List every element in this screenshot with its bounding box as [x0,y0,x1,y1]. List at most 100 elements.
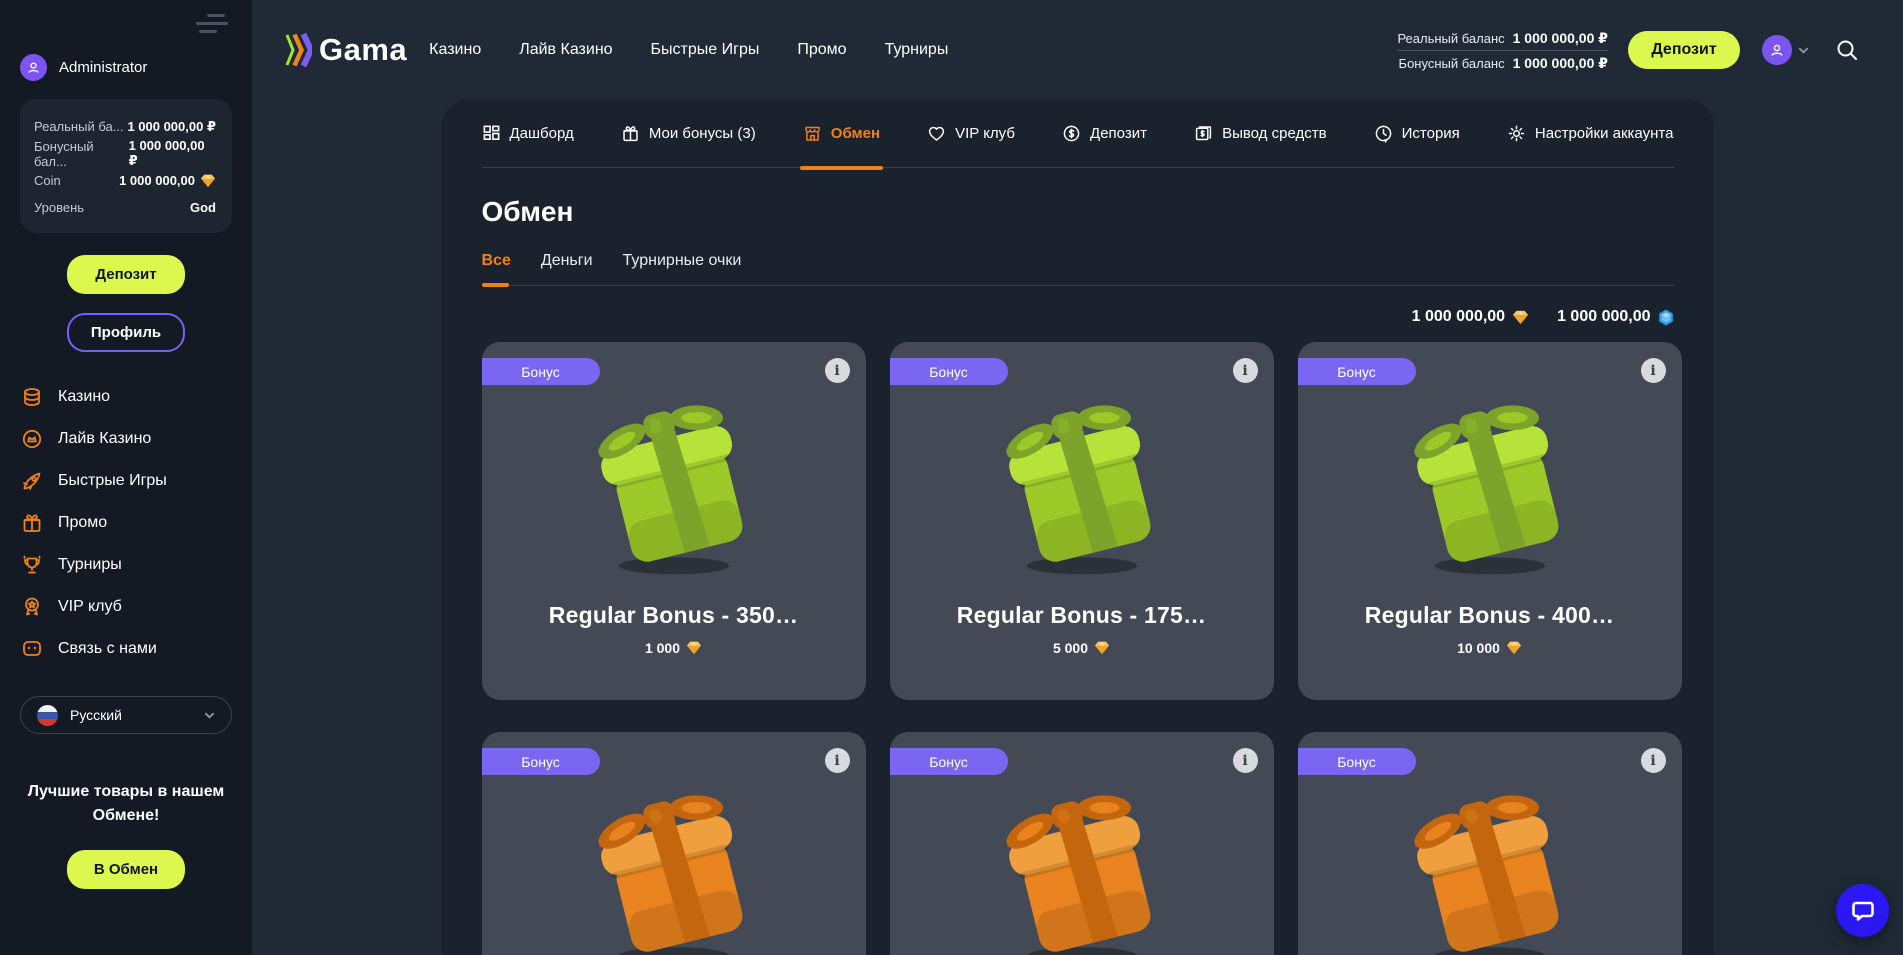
language-selector[interactable]: Русский [20,696,232,734]
gift-box-image [579,780,769,955]
exchange-filters: Все Деньги Турнирные очки [482,252,1674,286]
gama-logo[interactable]: Gama [285,32,407,68]
gift-box-image [579,390,769,580]
chat-icon [21,638,43,660]
sidebar-item-promo[interactable]: Промо [0,502,252,544]
sidebar-item-contact[interactable]: Связь с нами [0,628,252,670]
top-nav-fast-games[interactable]: Быстрые Игры [651,41,760,59]
info-icon[interactable]: i [1233,748,1258,773]
balance-row-coin: Coin 1 000 000,00 [34,167,216,194]
logo-text: Gama [319,32,407,68]
tab-dashboard[interactable]: Дашборд [482,100,574,168]
chevron-down-icon [1798,45,1809,56]
sidebar-item-casino[interactable]: Казино [0,376,252,418]
bonus-cards-grid: Бонус i Regular Bonus - 350… 1 000 [482,342,1674,955]
to-exchange-button[interactable]: В Обмен [67,850,185,889]
search-icon[interactable] [1835,38,1859,62]
top-nav-tournaments[interactable]: Турниры [885,41,949,59]
bonus-card[interactable]: Бонус i Regular Bonus - 350… 1 000 [482,342,866,700]
header-bonus-balance: Бонусный баланс 1 000 000,00 ₽ [1397,50,1608,75]
sidebar-item-vip-club[interactable]: VIP клуб [0,586,252,628]
tab-my-bonuses[interactable]: Мои бонусы (3) [621,100,756,168]
language-label: Русский [70,707,192,723]
header-balances: Реальный баланс 1 000 000,00 ₽ Бонусный … [1397,26,1608,75]
chat-bubble-icon [1850,898,1876,924]
bonus-price: 1 000 [645,640,702,656]
exchange-balances: 1 000 000,00 1 000 000,00 [482,308,1674,326]
bonus-card[interactable]: Бонус i Regular Bonus - 400… 10 000 [1298,342,1682,700]
top-nav-promo[interactable]: Промо [797,41,846,59]
bonus-card[interactable]: Бонус i [1298,732,1682,955]
main-area: Gama Казино Лайв Казино Быстрые Игры Про… [252,0,1903,955]
filter-tournament-points[interactable]: Турнирные очки [623,252,742,270]
account-panel: Дашборд Мои бонусы (3) Обмен [442,100,1714,955]
page-title: Обмен [482,196,1674,228]
top-right: Реальный баланс 1 000 000,00 ₽ Бонусный … [1397,26,1859,75]
orange-gem-icon [1094,641,1110,655]
bonus-title: Regular Bonus - 175… [957,602,1206,629]
orange-gem-icon [686,641,702,655]
bonus-card[interactable]: Бонус i Regular Bonus - 175… 5 000 [890,342,1274,700]
gear-icon [1507,124,1526,143]
bonus-badge: Бонус [1298,358,1416,385]
bonus-title: Regular Bonus - 400… [1365,602,1614,629]
tab-account-settings[interactable]: Настройки аккаунта [1507,100,1674,168]
filter-all[interactable]: Все [482,252,511,270]
orange-gem-icon [200,174,216,188]
coin-icon [1062,124,1081,143]
header-real-balance: Реальный баланс 1 000 000,00 ₽ [1397,26,1608,50]
russian-flag-icon [37,705,58,726]
tab-exchange[interactable]: Обмен [803,100,880,168]
info-icon[interactable]: i [825,748,850,773]
sidebar-item-live-casino[interactable]: Лайв Казино [0,418,252,460]
sidebar-balance-card: Реальный ба... 1 000 000,00 ₽ Бонусный б… [20,99,232,233]
gift-icon [21,512,43,534]
chevron-down-icon [204,710,215,721]
sidebar-item-fast-games[interactable]: Быстрые Игры [0,460,252,502]
filter-money[interactable]: Деньги [541,252,593,270]
bonus-card[interactable]: Бонус i [482,732,866,955]
bonus-badge: Бонус [1298,748,1416,775]
sidebar-nav: Казино Лайв Казино Быстрые Игры [0,376,252,670]
account-tabs: Дашборд Мои бонусы (3) Обмен [482,100,1674,168]
trophy-icon [21,554,43,576]
sidebar: Administrator Реальный ба... 1 000 000,0… [0,0,252,955]
rocket-icon [21,470,43,492]
bonus-card[interactable]: Бонус i [890,732,1274,955]
balance-row-level: Уровень God [34,194,216,221]
tab-withdraw[interactable]: Вывод средств [1194,100,1326,168]
hamburger-menu-icon[interactable] [196,14,230,38]
sidebar-item-tournaments[interactable]: Турниры [0,544,252,586]
sidebar-deposit-button[interactable]: Депозит [67,255,185,294]
info-icon[interactable]: i [825,358,850,383]
top-nav-casino[interactable]: Казино [429,41,481,59]
info-icon[interactable]: i [1233,358,1258,383]
top-nav: Казино Лайв Казино Быстрые Игры Промо Ту… [429,41,948,59]
header-deposit-button[interactable]: Депозит [1628,31,1740,69]
tab-deposit[interactable]: Депозит [1062,100,1147,168]
tab-history[interactable]: История [1374,100,1460,168]
info-icon[interactable]: i [1641,358,1666,383]
user-name: Administrator [59,59,147,76]
coin-balance: 1 000 000,00 [1412,308,1529,326]
orange-gem-icon [1512,310,1529,325]
tab-vip-club[interactable]: VIP клуб [927,100,1015,168]
header-account-menu[interactable] [1762,35,1809,65]
top-bar: Gama Казино Лайв Казино Быстрые Игры Про… [252,0,1903,100]
bonus-title: Regular Bonus - 350… [549,602,798,629]
blue-gem-icon [1658,309,1674,326]
info-icon[interactable]: i [1641,748,1666,773]
bonus-badge: Бонус [482,358,600,385]
dashboard-icon [482,124,501,143]
top-nav-live-casino[interactable]: Лайв Казино [519,41,612,59]
sidebar-profile-button[interactable]: Профиль [67,313,185,352]
balance-row-real: Реальный ба... 1 000 000,00 ₽ [34,113,216,140]
user-avatar-icon [20,54,47,81]
withdraw-icon [1194,124,1213,143]
bonus-price: 5 000 [1053,640,1110,656]
gift-box-image [987,780,1177,955]
bonus-badge: Бонус [890,748,1008,775]
chat-widget-button[interactable] [1836,884,1889,937]
heart-icon [927,124,946,143]
points-balance: 1 000 000,00 [1557,308,1673,326]
